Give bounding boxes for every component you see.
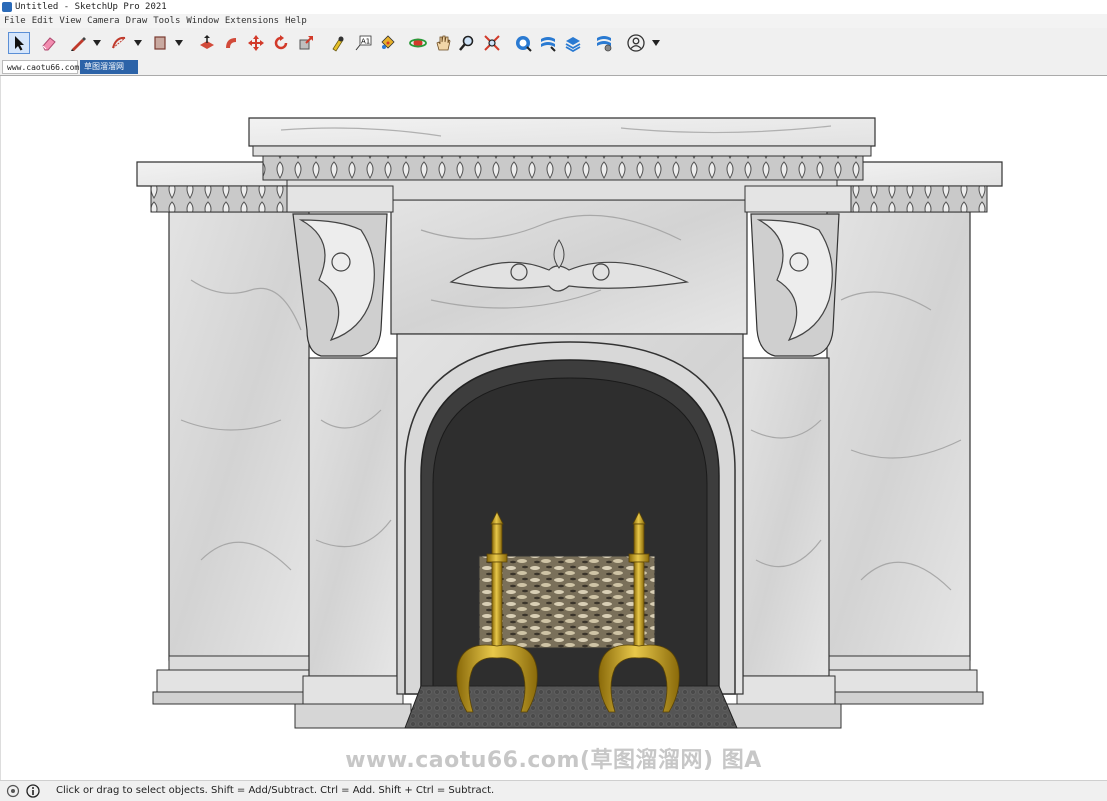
svg-text:A1: A1 <box>361 38 370 46</box>
arc-tool-button[interactable] <box>108 32 130 54</box>
account-button[interactable] <box>625 32 647 54</box>
follow-me-tool-button[interactable] <box>221 32 243 54</box>
select-tool-button[interactable] <box>8 32 30 54</box>
line-dropdown-chevron-icon[interactable] <box>93 40 101 46</box>
title-bar: Untitled - SketchUp Pro 2021 <box>0 0 1107 14</box>
menu-draw[interactable]: Draw <box>122 14 150 28</box>
scene-tab-caotu-cn[interactable]: 草图溜溜网 <box>80 60 138 74</box>
user-account-icon <box>627 34 645 52</box>
arc-icon <box>112 36 126 49</box>
menu-camera[interactable]: Camera <box>83 14 122 28</box>
sketchup-app-icon <box>2 2 12 12</box>
follow-me-icon <box>226 38 236 48</box>
menu-bar: File Edit View Camera Draw Tools Window Extensi… <box>0 14 1107 28</box>
line-tool-button[interactable] <box>67 32 89 54</box>
rotate-tool-button[interactable] <box>270 32 292 54</box>
paint-bucket-icon <box>381 35 395 49</box>
eraser-tool-button[interactable] <box>38 32 60 54</box>
shape-dropdown-chevron-icon[interactable] <box>175 40 183 46</box>
menu-window[interactable]: Window <box>182 14 221 28</box>
drawing-viewport[interactable] <box>0 76 1107 780</box>
geo-location-icon[interactable] <box>6 784 20 798</box>
zoom-extents-icon <box>484 35 500 51</box>
scale-icon <box>299 36 313 50</box>
move-arrows-icon <box>248 35 264 51</box>
extension-manager-button[interactable] <box>593 32 615 54</box>
layout-button[interactable] <box>562 32 584 54</box>
layout-stack-icon <box>565 37 581 52</box>
zoom-tool-button[interactable] <box>456 32 478 54</box>
move-tool-button[interactable] <box>245 32 267 54</box>
magnifier-icon <box>459 35 474 51</box>
zoom-extents-tool-button[interactable] <box>481 32 503 54</box>
pencil-icon <box>71 37 86 51</box>
status-hint-text: Click or drag to select objects. Shift =… <box>56 785 495 796</box>
watermark-text: www.caotu66.com(草图溜溜网) 图A <box>345 748 762 773</box>
main-toolbar: A1 <box>0 28 1107 60</box>
account-dropdown-chevron-icon[interactable] <box>652 40 660 46</box>
rectangle-icon <box>154 36 166 50</box>
pan-tool-button[interactable] <box>432 32 454 54</box>
tape-measure-tool-button[interactable] <box>327 32 349 54</box>
arrow-cursor-icon <box>15 36 24 51</box>
right-side-panel <box>826 211 984 705</box>
scale-tool-button[interactable] <box>295 32 317 54</box>
scene-tab-bar: www.caotu66.com 草图溜溜网 <box>0 59 1107 76</box>
eraser-icon <box>42 37 56 51</box>
left-side-panel <box>152 211 310 705</box>
extension-warehouse-button[interactable] <box>537 32 559 54</box>
firebox <box>396 333 744 729</box>
orbit-tool-button[interactable] <box>407 32 429 54</box>
3d-warehouse-button[interactable] <box>512 32 534 54</box>
hand-pan-icon <box>436 35 451 51</box>
menu-view[interactable]: View <box>55 14 83 28</box>
paint-bucket-tool-button[interactable] <box>376 32 398 54</box>
menu-file[interactable]: File <box>0 14 28 28</box>
menu-tools[interactable]: Tools <box>149 14 182 28</box>
status-bar: Click or drag to select objects. Shift =… <box>0 780 1107 801</box>
scene-tab-caotu66[interactable]: www.caotu66.com <box>2 60 79 74</box>
right-pilaster <box>726 357 842 729</box>
menu-help[interactable]: Help <box>281 14 309 28</box>
menu-extensions[interactable]: Extensions <box>221 14 281 28</box>
menu-edit[interactable]: Edit <box>28 14 56 28</box>
window-title: Untitled - SketchUp Pro 2021 <box>15 2 167 12</box>
left-pilaster <box>294 357 412 729</box>
tape-measure-icon <box>332 36 344 52</box>
push-pull-tool-button[interactable] <box>196 32 218 54</box>
fireplace-model <box>136 117 1003 729</box>
rotate-icon <box>274 35 288 50</box>
orbit-icon <box>409 38 427 48</box>
arc-dropdown-chevron-icon[interactable] <box>134 40 142 46</box>
text-tool-button[interactable]: A1 <box>352 32 374 54</box>
rectangle-tool-button[interactable] <box>149 32 171 54</box>
central-frieze <box>390 199 748 335</box>
info-icon[interactable] <box>26 784 40 798</box>
fire-logs <box>478 555 656 649</box>
text-label-icon: A1 <box>355 35 372 51</box>
extension-manager-icon <box>597 36 612 52</box>
extension-warehouse-icon <box>541 37 556 52</box>
push-pull-icon <box>200 35 214 49</box>
warehouse-icon <box>516 36 532 52</box>
